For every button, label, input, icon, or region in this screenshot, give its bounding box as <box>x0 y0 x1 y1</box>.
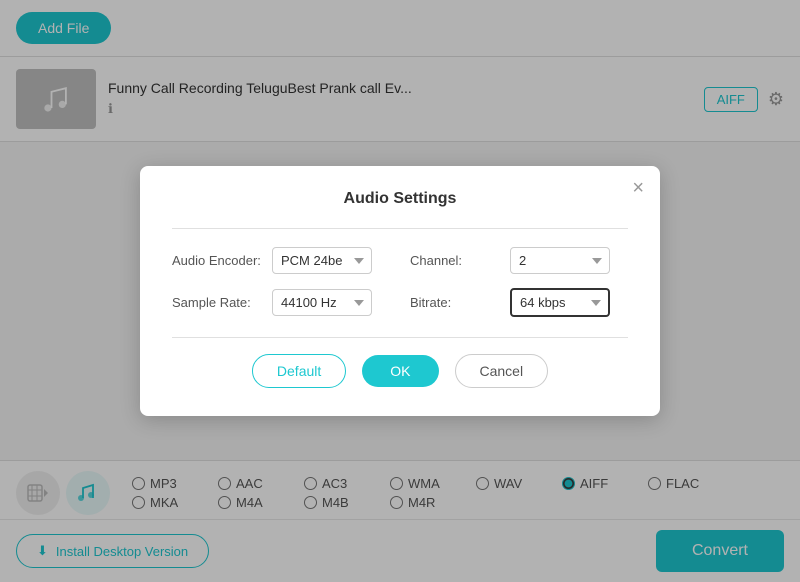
settings-grid: Audio Encoder: PCM 24be PCM 16be PCM 32b… <box>172 247 628 317</box>
ok-button[interactable]: OK <box>362 355 438 387</box>
bitrate-select[interactable]: 64 kbps 128 kbps 192 kbps 256 kbps 320 k… <box>510 288 610 317</box>
bitrate-row: Bitrate: 64 kbps 128 kbps 192 kbps 256 k… <box>410 288 628 317</box>
modal-top-divider <box>172 228 628 229</box>
audio-settings-modal: × Audio Settings Audio Encoder: PCM 24be… <box>140 166 660 416</box>
channel-select[interactable]: 1 2 4 6 <box>510 247 610 274</box>
sample-rate-row: Sample Rate: 44100 Hz 22050 Hz 48000 Hz <box>172 288 390 317</box>
sample-rate-select[interactable]: 44100 Hz 22050 Hz 48000 Hz <box>272 289 372 316</box>
bitrate-label: Bitrate: <box>410 295 500 310</box>
cancel-button[interactable]: Cancel <box>455 354 549 388</box>
audio-encoder-label: Audio Encoder: <box>172 253 262 268</box>
channel-row: Channel: 1 2 4 6 <box>410 247 628 274</box>
channel-label: Channel: <box>410 253 500 268</box>
modal-bottom-divider <box>172 337 628 338</box>
modal-buttons: Default OK Cancel <box>172 354 628 388</box>
modal-close-button[interactable]: × <box>632 178 644 198</box>
modal-title: Audio Settings <box>172 190 628 208</box>
modal-overlay: × Audio Settings Audio Encoder: PCM 24be… <box>0 0 800 582</box>
audio-encoder-row: Audio Encoder: PCM 24be PCM 16be PCM 32b… <box>172 247 390 274</box>
audio-encoder-select[interactable]: PCM 24be PCM 16be PCM 32be <box>272 247 372 274</box>
default-button[interactable]: Default <box>252 354 346 388</box>
sample-rate-label: Sample Rate: <box>172 295 262 310</box>
